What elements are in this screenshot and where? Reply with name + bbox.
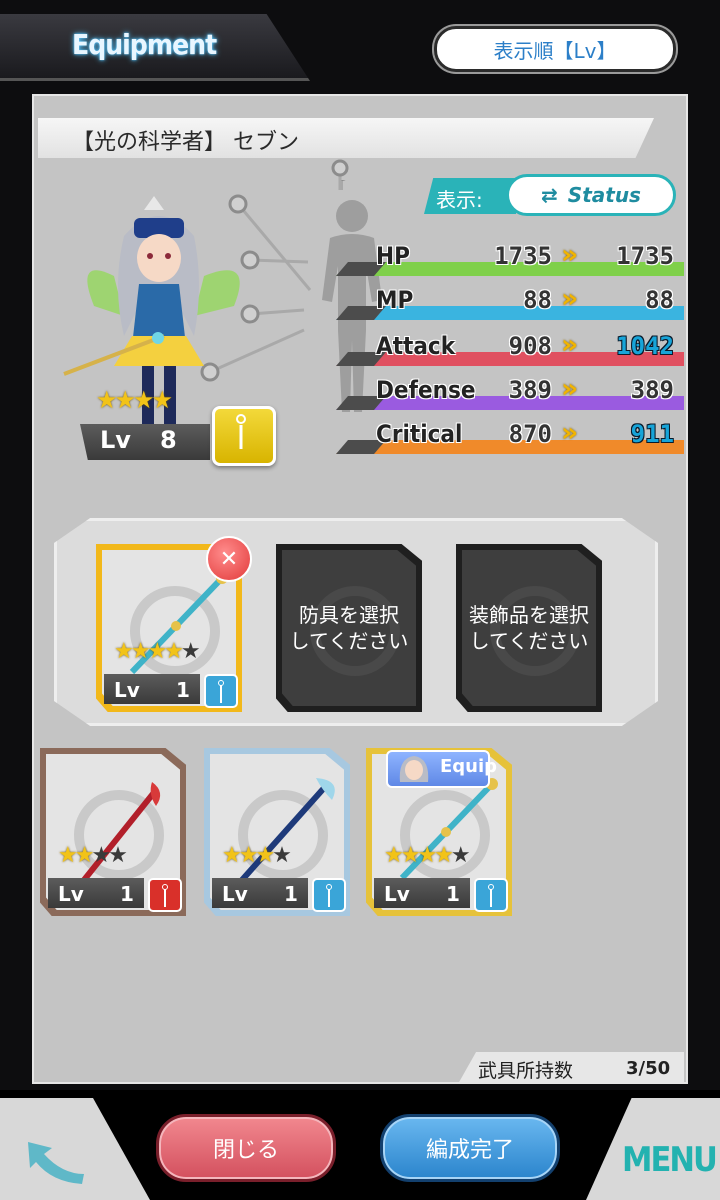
double-chevron-right-icon: » [561,240,578,270]
level-value: 1 [446,882,460,906]
inventory-card[interactable]: ★★★★ Lv 1 [204,748,350,916]
level-value: 1 [120,882,134,906]
character-level-value: 8 [160,426,177,454]
swap-arrows-icon: ⇄ [541,183,558,207]
stat-row-defense: Defense 389 » 389 [336,374,684,412]
armor-slot[interactable]: 防具を選択 してください [276,544,422,712]
staff-icon [129,572,228,675]
level-label: Lv [384,882,410,906]
stat-name: HP [376,242,410,270]
stat-new: 1042 [616,332,674,360]
stat-name: MP [376,286,414,314]
close-button[interactable]: 閉じる [156,1114,336,1182]
stat-current: 908 [508,332,552,360]
double-chevron-right-icon: » [561,418,578,448]
character-level-label: Lv [100,426,131,454]
accessory-slot[interactable]: 装飾品を選択 してください [456,544,602,712]
inventory-count-value: 3/50 [626,1058,671,1079]
stars-empty: ★ [180,639,201,664]
stat-current: 389 [508,376,552,404]
info-icon[interactable] [204,674,238,708]
level-label: Lv [58,882,84,906]
sort-order-button[interactable]: 表示順【Lv】 [434,26,676,72]
page-title: Equipment [72,28,217,61]
stat-row-critical: Critical 870 » 911 [336,418,684,456]
level-label: Lv [222,882,248,906]
red-staff-icon [81,782,161,882]
staff-icon [399,778,498,881]
double-chevron-right-icon: » [561,284,578,314]
display-label: 表示: [436,188,483,212]
stars-filled: ★★★★ [114,639,184,664]
menu-label[interactable]: MENU [622,1140,718,1180]
level-label: Lv [114,678,140,702]
stat-new: 389 [630,376,674,404]
stars-empty: ★ [272,843,292,868]
stat-name: Critical [376,420,463,448]
character-info-button[interactable] [212,406,276,466]
inventory-card[interactable]: ★★★★ Lv 1 [40,748,186,916]
stat-row-mp: MP 88 » 88 [336,284,684,322]
character-rarity-stars: ★★★★ [96,386,173,414]
level-value: 1 [284,882,298,906]
info-icon [236,414,246,449]
stars-filled: ★★ [58,843,94,868]
stat-new: 911 [630,420,674,448]
double-chevron-right-icon: » [561,374,578,404]
info-icon[interactable] [312,878,346,912]
double-chevron-right-icon: » [561,330,578,360]
close-icon: ✕ [219,546,239,572]
stat-current: 88 [523,286,552,314]
stat-current: 1735 [494,242,552,270]
blue-staff-icon [239,778,335,882]
status-toggle-label: Status [567,183,641,207]
stat-current: 870 [508,420,552,448]
armor-slot-label: 防具を選択 してください [289,603,409,653]
stat-new: 1735 [616,242,674,270]
equipped-badge-label: Equip [440,756,498,777]
stat-name: Attack [376,332,456,360]
character-face-icon [399,756,429,782]
inventory-count-label: 武具所持数 [478,1060,574,1082]
back-arrow-icon [28,1142,84,1184]
stars-empty: ★ [450,843,471,868]
stat-name: Defense [376,376,476,404]
info-icon[interactable] [148,878,182,912]
level-value: 1 [176,678,190,702]
status-toggle-button[interactable]: ⇄ Status [506,174,676,216]
stat-new: 88 [645,286,674,314]
remove-weapon-button[interactable]: ✕ [206,536,252,582]
stars-filled: ★★★★ [384,843,454,868]
confirm-formation-button[interactable]: 編成完了 [380,1114,560,1182]
stars-filled: ★★★ [222,843,275,868]
stat-row-hp: HP 1735 » 1735 [336,240,684,278]
stars-empty: ★★ [91,843,127,868]
info-icon[interactable] [474,878,508,912]
accessory-slot-label: 装飾品を選択 してください [469,603,589,653]
stat-row-attack: Attack 908 » 1042 [336,330,684,368]
